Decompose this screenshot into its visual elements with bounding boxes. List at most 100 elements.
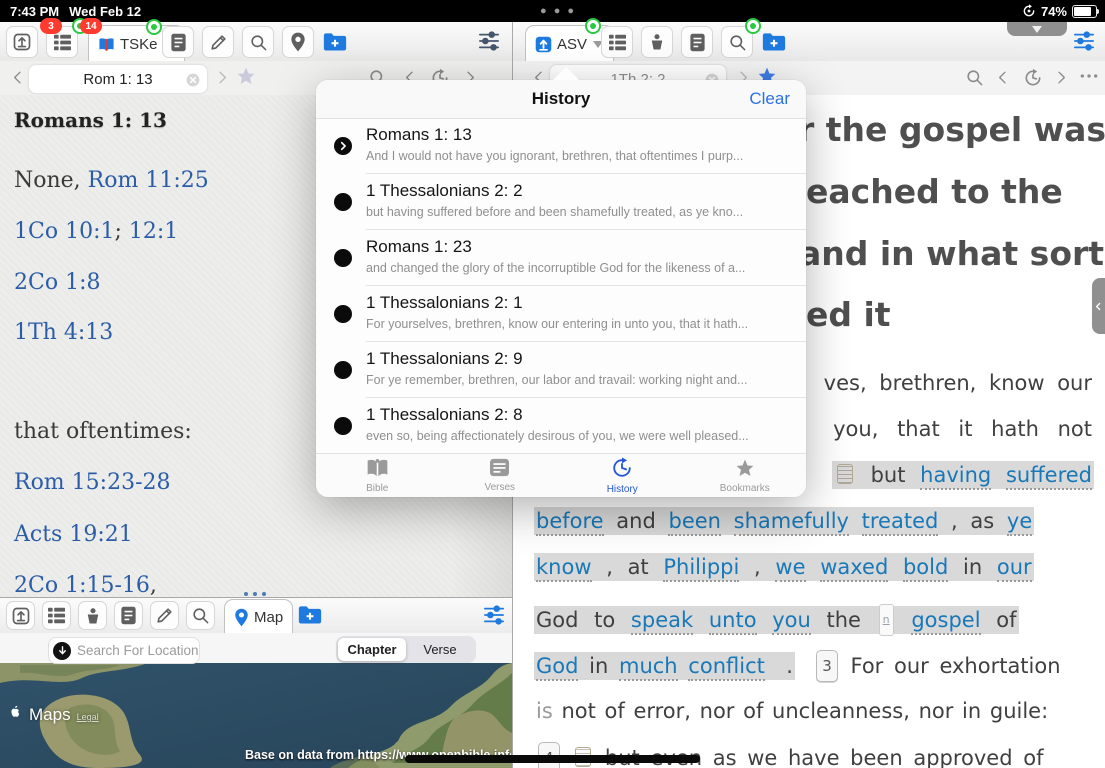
search-button[interactable] bbox=[186, 601, 215, 630]
strongs-word-link[interactable]: shamefully bbox=[734, 509, 849, 536]
add-tab-button[interactable] bbox=[320, 26, 350, 56]
clear-circle-icon[interactable] bbox=[186, 73, 200, 87]
chevron-right-icon[interactable] bbox=[214, 68, 230, 87]
footnote-marker[interactable]: n bbox=[879, 604, 894, 636]
bible-text-line: is not of error, nor of uncleanness, nor… bbox=[536, 696, 1092, 726]
pane-resize-handle[interactable] bbox=[244, 592, 266, 596]
popover-tab-bookmarks[interactable]: Bookmarks bbox=[684, 454, 807, 497]
strongs-word-link[interactable]: Philippi bbox=[663, 555, 739, 582]
upload-book-icon bbox=[12, 32, 32, 52]
search-button[interactable] bbox=[242, 26, 274, 58]
history-item[interactable]: 1 Thessalonians 2: 2but having suffered … bbox=[316, 174, 806, 230]
pull-down-handle[interactable] bbox=[1007, 22, 1067, 36]
strongs-word-link[interactable]: bold bbox=[903, 555, 948, 582]
history-item[interactable]: Romans 1: 23and changed the glory of the… bbox=[316, 230, 806, 286]
drawer-handle[interactable] bbox=[1092, 278, 1105, 334]
upload-book-button[interactable] bbox=[6, 26, 38, 58]
cross-reference-link[interactable]: Rom 15:23-28 bbox=[14, 470, 171, 495]
map-button[interactable] bbox=[282, 26, 314, 58]
podium-button[interactable] bbox=[641, 26, 673, 58]
strongs-word-link[interactable]: before bbox=[536, 509, 604, 536]
pane-settings-button[interactable] bbox=[1069, 26, 1099, 56]
strongs-word-link[interactable]: unto bbox=[709, 608, 757, 635]
more-dots-icon[interactable] bbox=[1079, 72, 1099, 80]
cross-reference-link[interactable]: 1Co 10:1 bbox=[14, 219, 114, 244]
pane-divider-horizontal[interactable] bbox=[0, 597, 512, 598]
strongs-word-link[interactable]: our bbox=[997, 555, 1032, 582]
segment-verse[interactable]: Verse bbox=[406, 638, 474, 661]
location-search-input[interactable]: Search For Location bbox=[48, 637, 200, 664]
tsk-line: 1Th 4:13 bbox=[14, 320, 113, 345]
strongs-word-link[interactable]: gospel bbox=[911, 608, 980, 635]
verse-number[interactable]: 3 bbox=[816, 650, 838, 682]
download-circle-icon[interactable] bbox=[53, 642, 71, 660]
history-list: Romans 1: 13And I would not have you ign… bbox=[316, 118, 806, 454]
history-item[interactable]: 1 Thessalonians 2: 9For ye remember, bre… bbox=[316, 342, 806, 398]
verse-text: not of error, nor of uncleanness, nor in… bbox=[561, 699, 1048, 723]
strongs-word-link[interactable]: ye bbox=[1007, 509, 1032, 536]
cross-reference-link[interactable]: 2Co 1:15-16 bbox=[14, 573, 150, 598]
cross-reference-link[interactable]: 1Th 4:13 bbox=[14, 320, 113, 345]
upload-book-button[interactable] bbox=[6, 601, 35, 630]
history-item[interactable]: 1 Thessalonians 2: 1For yourselves, bret… bbox=[316, 286, 806, 342]
history-item[interactable]: 1 Thessalonians 2: 8even so, being affec… bbox=[316, 398, 806, 454]
strongs-word-link[interactable]: conflict bbox=[688, 654, 765, 681]
cross-reference-link[interactable]: Rom 11:25 bbox=[88, 168, 209, 193]
strongs-word-link[interactable]: you bbox=[772, 608, 811, 635]
maps-legal-link[interactable]: Legal bbox=[77, 712, 99, 722]
document-icon bbox=[689, 33, 706, 52]
notes-button[interactable] bbox=[150, 601, 179, 630]
strongs-word-link[interactable]: having bbox=[920, 463, 991, 490]
strongs-word-link[interactable]: suffered bbox=[1006, 463, 1092, 490]
tske-book-icon bbox=[98, 37, 115, 52]
strongs-word-link[interactable]: speak bbox=[631, 608, 693, 635]
verse-list-button[interactable] bbox=[601, 26, 633, 58]
pane-settings-button[interactable] bbox=[480, 601, 507, 628]
history-item-snippet: even so, being affectionately desirous o… bbox=[366, 429, 798, 443]
document-button[interactable] bbox=[681, 26, 713, 58]
popover-tab-bar: Bible VersesHistoryBookmarks bbox=[316, 453, 806, 497]
tske-sync-badge bbox=[146, 19, 162, 35]
document-button[interactable] bbox=[162, 26, 194, 58]
tsk-scroll-icon[interactable] bbox=[837, 464, 853, 484]
strongs-word-link[interactable]: treated bbox=[862, 509, 939, 536]
document-button[interactable] bbox=[114, 601, 143, 630]
folder-add-icon bbox=[323, 32, 347, 51]
asv-badge-icon bbox=[535, 36, 552, 53]
notes-button[interactable] bbox=[202, 26, 234, 58]
podium-button[interactable] bbox=[78, 601, 107, 630]
verse-text: as bbox=[970, 509, 994, 533]
tab-map[interactable]: Map bbox=[224, 599, 293, 634]
cross-reference-link[interactable]: Acts 19:21 bbox=[14, 522, 133, 547]
cross-reference-link[interactable]: 12:1 bbox=[129, 219, 178, 244]
add-tab-button[interactable] bbox=[759, 26, 789, 56]
popover-tab-history[interactable]: History bbox=[561, 454, 684, 497]
segment-chapter[interactable]: Chapter bbox=[338, 638, 406, 661]
home-indicator[interactable] bbox=[405, 755, 700, 763]
chevron-left-icon[interactable] bbox=[995, 68, 1011, 87]
chevron-left-icon[interactable] bbox=[10, 68, 26, 87]
pane-settings-button[interactable] bbox=[474, 26, 504, 56]
strongs-word-link[interactable]: waxed bbox=[820, 555, 888, 582]
reference-field[interactable]: Rom 1: 13 bbox=[28, 64, 208, 94]
history-icon[interactable] bbox=[1023, 68, 1043, 88]
strongs-word-link[interactable]: been bbox=[668, 509, 720, 536]
search-icon[interactable] bbox=[965, 68, 984, 87]
strongs-word-link[interactable]: God bbox=[536, 654, 578, 681]
tsk-line: None, Rom 11:25 bbox=[14, 168, 209, 193]
popover-tab-bible[interactable]: Bible bbox=[316, 454, 439, 497]
verse-list-button[interactable] bbox=[42, 601, 71, 630]
bookmark-star-icon[interactable] bbox=[236, 66, 256, 86]
clear-history-button[interactable]: Clear bbox=[749, 89, 790, 109]
cross-reference-link[interactable]: 2Co 1:8 bbox=[14, 270, 100, 295]
strongs-word-link[interactable]: know bbox=[536, 555, 592, 582]
popover-tab-label: Bible bbox=[366, 483, 388, 494]
popover-tab-verses[interactable]: Verses bbox=[439, 454, 562, 497]
strongs-word-link[interactable]: much bbox=[619, 654, 678, 681]
tsk-text: that oftentimes: bbox=[14, 419, 192, 444]
history-item[interactable]: Romans 1: 13And I would not have you ign… bbox=[316, 118, 806, 174]
strongs-word-link[interactable]: we bbox=[775, 555, 805, 582]
chevron-right-icon[interactable] bbox=[1053, 68, 1069, 87]
verse-text: . bbox=[776, 654, 793, 678]
add-tab-button[interactable] bbox=[296, 601, 323, 628]
